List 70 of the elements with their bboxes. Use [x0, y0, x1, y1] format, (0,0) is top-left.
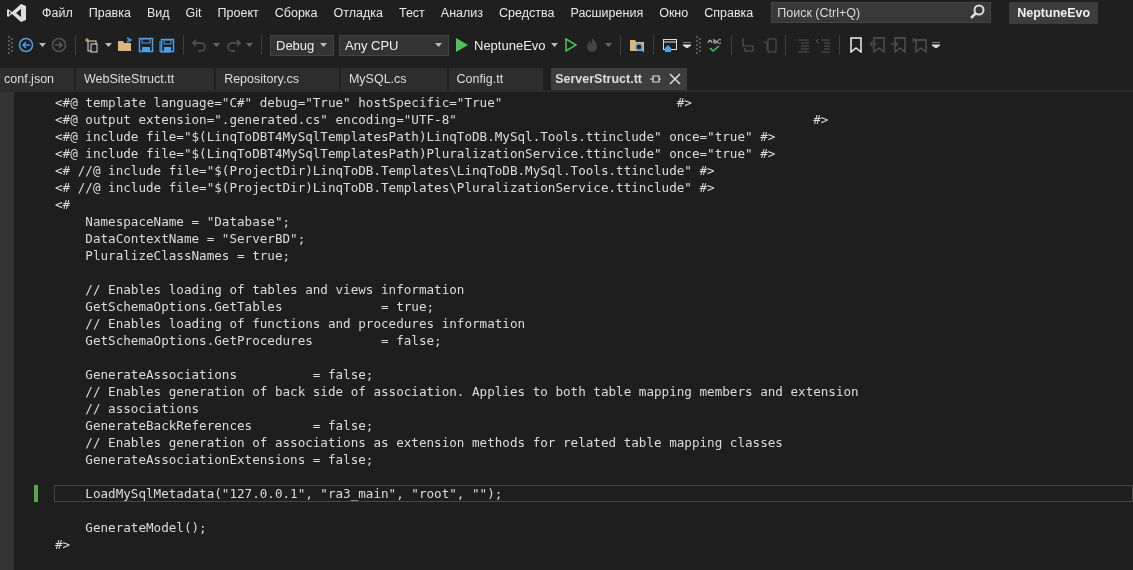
menu-item[interactable]: Справка [696, 5, 762, 20]
overflow-icon[interactable] [931, 42, 940, 48]
code-line: // Enables generation of associations as extension methods for related table mapping classes [84, 434, 784, 451]
code-line: GetSchemaOptions.GetProcedures = false; [84, 332, 443, 349]
menu-item[interactable]: Анализ [432, 5, 492, 20]
code-line: // Enables loading of functions and procedures information [84, 315, 527, 332]
menu-item[interactable]: Вид [138, 5, 178, 20]
save-icon[interactable] [138, 37, 154, 53]
play-icon [454, 37, 470, 53]
search-field[interactable]: Поиск (Ctrl+Q) [771, 2, 992, 23]
code-line: <# //@ include file="$(ProjectDir)LinqToDB.Templates\LinqToDB.MySql.Tools.ttinclude" #> [54, 162, 716, 179]
spell-check-icon[interactable] [705, 37, 723, 53]
document-tab[interactable]: Config.tt [448, 68, 544, 90]
window-home-icon[interactable] [661, 37, 678, 53]
bookmark-icon[interactable] [847, 37, 864, 53]
caret-icon[interactable] [550, 43, 558, 47]
caret-icon[interactable] [39, 43, 46, 47]
menu-item[interactable]: Окно [651, 5, 697, 20]
code-line: // Enables generation of back side of association. Applies to both table mapping members and extension [84, 383, 860, 400]
menu-item[interactable]: Сборка [266, 5, 326, 20]
menu-item[interactable]: Git [177, 5, 210, 20]
vs-logo-icon [6, 2, 28, 23]
code-line: <#@ output extension=".generated.cs" encoding="UTF-8" #> [54, 111, 830, 128]
code-line: // Enables loading of tables and views information [84, 281, 466, 298]
code-line: <# //@ include file="$(ProjectDir)LinqToDB.Templates\PluralizationService.ttinclude" #> [54, 179, 716, 196]
caret-icon[interactable] [435, 43, 442, 47]
caret-icon[interactable] [320, 43, 327, 47]
code-line: GenerateAssociationExtensions = false; [84, 451, 375, 468]
start-button[interactable]: NeptuneEvo [454, 37, 546, 53]
search-icon [969, 4, 986, 20]
code-line: GetSchemaOptions.GetTables = true; [84, 298, 436, 315]
folder-search-icon[interactable] [628, 37, 645, 53]
menu-item[interactable]: Проект [209, 5, 267, 20]
code-line: DataContextName = "ServerBD"; [84, 230, 307, 247]
play-outline-icon[interactable] [562, 37, 579, 53]
code-line: <#@ include file="$(LinqToDBT4MySqlTemplatesPath)LinqToDB.MySql.Tools.ttinclude" once="true" #> [54, 128, 777, 145]
menu-item[interactable]: Тест [391, 5, 433, 20]
grip-icon [695, 36, 701, 54]
code-line: NamespaceName = "Database"; [84, 213, 292, 230]
document-tab[interactable]: MySQL.cs [340, 68, 447, 90]
code-line: <#@ template language="C#" debug="True" hostSpecific="True" #> [54, 94, 693, 111]
code-line: GenerateModel(); [84, 519, 208, 536]
caret-icon[interactable] [105, 43, 112, 47]
code-line: <#@ include file="$(LinqToDBT4MySqlTemplatesPath)PluralizationService.ttinclude" once="true" #> [54, 145, 777, 162]
document-tab[interactable]: ServerStruct.tt [551, 68, 687, 90]
pin-icon[interactable] [650, 74, 661, 84]
document-tab[interactable]: Repository.cs [216, 68, 339, 90]
configuration-dropdown[interactable]: Debug [270, 34, 334, 56]
document-tab[interactable]: conf.json [0, 68, 75, 90]
code-line: #> [54, 536, 72, 553]
grip-icon [8, 36, 13, 54]
code-line: GenerateAssociations = false; [84, 366, 375, 383]
close-icon[interactable] [669, 73, 681, 85]
code-line: <# [54, 196, 72, 213]
save-all-icon[interactable] [159, 37, 175, 53]
menu-item[interactable]: Средства [491, 5, 563, 20]
menu-item[interactable]: Правка [80, 5, 139, 20]
menu-item[interactable]: Файл [34, 5, 81, 20]
menu-item[interactable]: Отладка [325, 5, 391, 20]
code-line: PluralizeClassNames = true; [84, 247, 292, 264]
document-tab[interactable]: WebSiteStruct.tt [76, 68, 215, 90]
code-line: // associations [84, 400, 201, 417]
new-project-icon[interactable] [84, 37, 100, 53]
platform-dropdown[interactable]: Any CPU [339, 34, 449, 56]
back-icon[interactable] [18, 37, 34, 53]
folder-icon[interactable] [117, 37, 133, 53]
menu-item[interactable]: Расширения [562, 5, 652, 20]
overflow-icon[interactable] [682, 42, 691, 48]
solution-name: NeptuneEvo [1009, 1, 1099, 24]
code-line: GenerateBackReferences = false; [84, 417, 375, 434]
